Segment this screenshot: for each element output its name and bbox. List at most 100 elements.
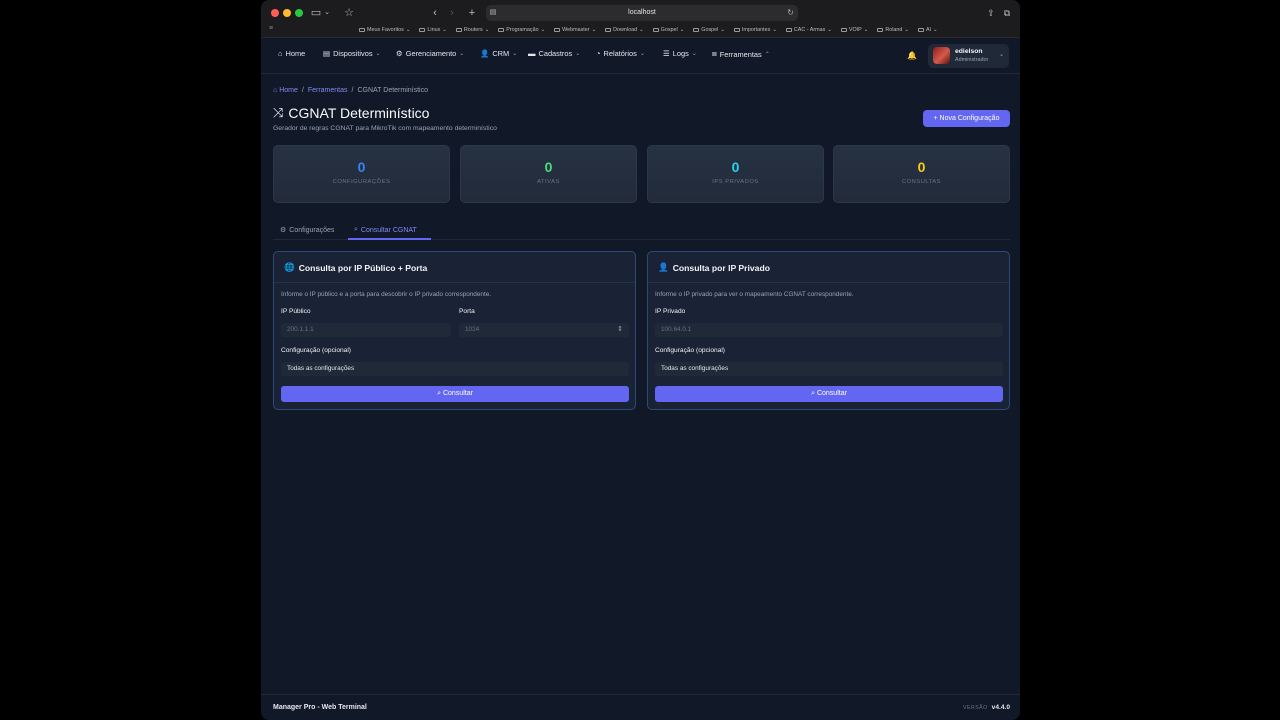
- share-icon[interactable]: ⇪: [985, 6, 997, 20]
- breadcrumb-ferramentas[interactable]: Ferramentas: [308, 87, 348, 94]
- star-icon[interactable]: ☆: [343, 6, 355, 20]
- chevron-down-icon: ⌄: [904, 27, 909, 33]
- bookmark-label: Gospel: [660, 27, 678, 33]
- private-ip-input[interactable]: 100.64.0.1: [655, 323, 1003, 337]
- bookmark-folder[interactable]: Webmaster ⌄: [554, 27, 596, 33]
- bookmark-label: Routers: [463, 27, 483, 33]
- chevron-down-icon: ⌄: [720, 27, 725, 33]
- config-select[interactable]: Todas as configurações: [655, 362, 1003, 376]
- user-menu[interactable]: edielson Administrador ⌄: [928, 44, 1009, 68]
- minimize-window-button[interactable]: [283, 9, 291, 17]
- chevron-down-icon: ⌄: [639, 51, 645, 57]
- tab-configuracoes-label: Configurações: [289, 226, 335, 234]
- chevron-up-icon: ⌃: [764, 51, 770, 58]
- chevron-down-icon[interactable]: ⌄: [323, 6, 331, 20]
- folder-icon: [693, 27, 700, 33]
- consult-private-button[interactable]: ⌕ Consultar: [655, 386, 1003, 402]
- nav-ferramentas-label: Ferramentas: [719, 49, 762, 59]
- notifications-bell-icon[interactable]: 🔔: [903, 47, 921, 65]
- panel-title: 🌐 Consulta por IP Público + Porta: [284, 262, 427, 273]
- nav-cadastros[interactable]: ▬ Cadastros ⌄: [528, 49, 580, 58]
- chevron-down-icon: ⌄: [639, 27, 644, 33]
- nav-logs[interactable]: ☰ Logs ⌄: [663, 49, 697, 58]
- back-icon[interactable]: ‹: [429, 6, 441, 20]
- browser-window: ▭ ⌄ ☆ ‹ › + ▤ localhost ↻ ⇪ ⧉ ≡ Meus Fav…: [261, 0, 1020, 720]
- forward-icon[interactable]: ›: [446, 6, 458, 20]
- stat-card-configuracoes: 0 CONFIGURAÇÕES: [273, 145, 450, 203]
- panel-title-text: Consulta por IP Privado: [672, 262, 770, 273]
- port-input[interactable]: 1024 ⇕: [459, 323, 629, 337]
- stat-value: 0: [544, 159, 553, 175]
- bookmark-folder[interactable]: Importantes ⌄: [733, 27, 777, 33]
- config-label: Configuração (opcional): [655, 347, 726, 354]
- new-tab-icon[interactable]: +: [466, 6, 478, 20]
- page-settings-icon[interactable]: ▤: [488, 6, 498, 20]
- breadcrumb-current: CGNAT Determinístico: [357, 87, 429, 94]
- divider: [648, 282, 1009, 283]
- main-navbar: ⌂ Home ▤ Dispositivos ⌄ ⚙ Gerenciamento …: [261, 38, 1020, 74]
- breadcrumb-home[interactable]: ⌂ Home: [273, 87, 298, 94]
- nav-crm[interactable]: 👤 CRM ⌄: [480, 49, 517, 58]
- panel-title: 👤 Consulta por IP Privado: [658, 262, 770, 273]
- user-icon: 👤: [480, 49, 490, 58]
- bookmark-folder[interactable]: Routers ⌄: [455, 27, 489, 33]
- address-bar[interactable]: localhost ↻: [486, 5, 798, 21]
- chevron-down-icon: ⌄: [591, 27, 597, 33]
- shuffle-icon: ⤨: [273, 105, 284, 120]
- reload-icon[interactable]: ↻: [787, 5, 794, 21]
- consult-button-label: Consultar: [816, 390, 847, 397]
- plus-icon: +: [933, 115, 938, 122]
- stat-card-consultas: 0 CONSULTAS: [833, 145, 1010, 203]
- bookmark-label: Roland: [885, 27, 903, 33]
- nav-relatorios[interactable]: ◔ Relatórios ⌄: [596, 49, 645, 58]
- bookmark-folder[interactable]: AI ⌄: [917, 27, 938, 33]
- nav-ferramentas[interactable]: ⧈ Ferramentas ⌃: [712, 49, 770, 59]
- bookmark-label: Meus Favoritos: [367, 27, 404, 33]
- bookmark-folder[interactable]: Download ⌄: [605, 27, 644, 33]
- bookmark-label: Importantes: [741, 27, 771, 33]
- bookmark-folder[interactable]: Linux ⌄: [419, 27, 447, 33]
- public-ip-input[interactable]: 200.1.1.1: [281, 323, 451, 337]
- bookmark-folder[interactable]: CAC - Armas ⌄: [785, 27, 832, 33]
- config-select[interactable]: Todas as configurações: [281, 362, 629, 376]
- tab-consultar-cgnat[interactable]: ⌕ Consultar CGNAT: [354, 226, 417, 234]
- bookmark-folder[interactable]: Gospel ⌄: [652, 27, 684, 33]
- port-label: Porta: [459, 308, 475, 315]
- browser-toolbar: ▭ ⌄ ☆ ‹ › + ▤ localhost ↻ ⇪ ⧉ ≡ Meus Fav…: [261, 0, 1020, 38]
- chevron-down-icon: ⌄: [442, 27, 447, 33]
- gear-icon: ⚙: [280, 227, 287, 234]
- zoom-window-button[interactable]: [295, 9, 303, 17]
- bookmark-folder[interactable]: Roland ⌄: [877, 27, 909, 33]
- stat-value: 0: [731, 159, 740, 175]
- nav-logs-label: Logs: [672, 49, 689, 58]
- panel-public-ip: 🌐 Consulta por IP Público + Porta Inform…: [273, 251, 636, 410]
- chevron-down-icon: ⌄: [933, 27, 938, 33]
- new-configuration-button[interactable]: + Nova Configuração: [923, 110, 1010, 127]
- bookmark-folder[interactable]: Gospel ⌄: [693, 27, 725, 33]
- bookmark-folder[interactable]: Meus Favoritos ⌄: [359, 27, 410, 33]
- stepper-icon[interactable]: ⇕: [617, 323, 623, 337]
- active-tab-indicator: [348, 238, 431, 240]
- nav-gerenciamento[interactable]: ⚙ Gerenciamento ⌄: [396, 49, 464, 58]
- version-number: v4.4.0: [991, 704, 1010, 711]
- bookmark-folder[interactable]: VOIP ⌄: [840, 27, 869, 33]
- nav-home[interactable]: ⌂ Home: [278, 49, 305, 58]
- page-subtitle: Gerador de regras CGNAT para MikroTik co…: [273, 125, 497, 132]
- chevron-down-icon: ⌄: [863, 27, 869, 33]
- tab-configuracoes[interactable]: ⚙ Configurações: [280, 226, 335, 235]
- nav-dispositivos[interactable]: ▤ Dispositivos ⌄: [323, 49, 381, 58]
- folder-icon: [785, 27, 792, 33]
- stat-value: 0: [917, 159, 926, 175]
- stat-label: CONFIGURAÇÕES: [332, 179, 391, 185]
- nav-crm-label: CRM: [492, 49, 510, 58]
- folder-icon: ▬: [528, 49, 536, 58]
- bookmark-folder[interactable]: Programação ⌄: [498, 27, 545, 33]
- user-icon: 👤: [658, 262, 669, 272]
- page-title: ⤨ CGNAT Determinístico: [273, 105, 429, 121]
- tabs-overview-icon[interactable]: ⧉: [1001, 6, 1013, 20]
- consult-public-button[interactable]: ⌕ Consultar: [281, 386, 629, 402]
- folder-icon: [733, 27, 740, 33]
- panel-description: Informe o IP público e a porta para desc…: [281, 291, 492, 298]
- sidebar-toggle-icon[interactable]: ▭: [310, 6, 322, 20]
- close-window-button[interactable]: [271, 9, 279, 17]
